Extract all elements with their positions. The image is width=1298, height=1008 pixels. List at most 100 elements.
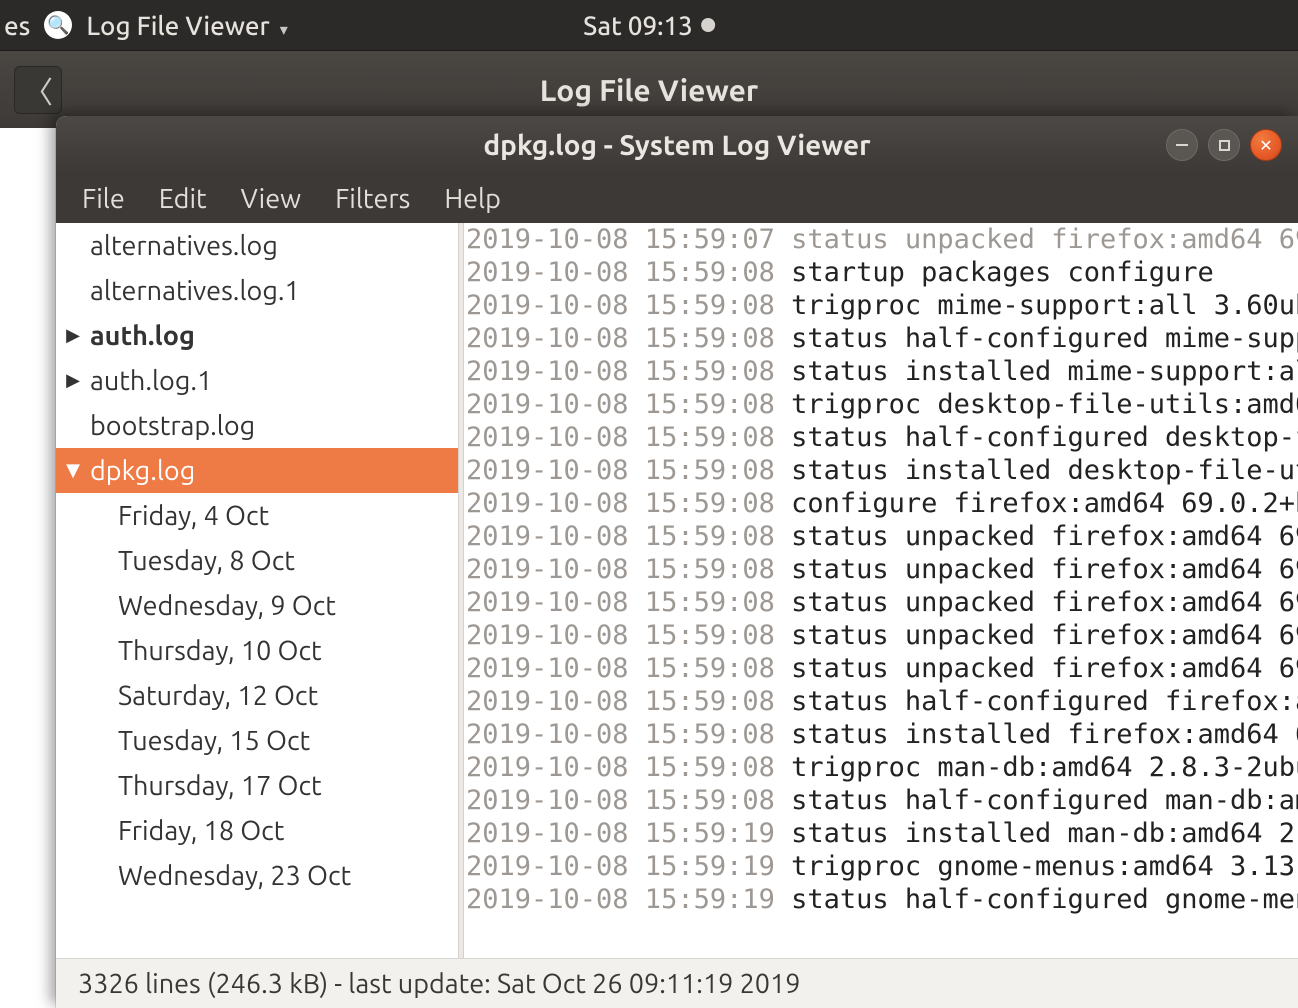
log-timestamp: 2019-10-08 15:59:08	[466, 653, 775, 684]
window-maximize-button[interactable]	[1208, 129, 1240, 161]
log-line[interactable]: 2019-10-08 15:59:08 trigproc man-db:amd6…	[464, 751, 1298, 784]
statusbar-text: 3326 lines (246.3 kB) - last update: Sat…	[78, 969, 801, 999]
tree-log-row[interactable]: alternatives.log.1	[56, 268, 458, 313]
system-log-viewer-window: dpkg.log - System Log Viewer ✕ File Edit…	[56, 116, 1298, 1008]
app-indicator-icon[interactable]: 🔍	[44, 11, 72, 39]
tree-row-label: Thursday, 10 Oct	[118, 636, 322, 666]
menu-view[interactable]: View	[241, 184, 301, 214]
statusbar: 3326 lines (246.3 kB) - last update: Sat…	[56, 958, 1298, 1008]
tree-log-row[interactable]: alternatives.log	[56, 223, 458, 268]
log-line[interactable]: 2019-10-08 15:59:08 status unpacked fire…	[464, 553, 1298, 586]
log-message: status installed mime-support:all	[775, 356, 1298, 387]
tree-date-row[interactable]: Friday, 18 Oct	[56, 808, 458, 853]
tree-log-row[interactable]: ▼dpkg.log	[56, 448, 458, 493]
log-line[interactable]: 2019-10-08 15:59:08 status half-configur…	[464, 322, 1298, 355]
tree-row-label: Friday, 4 Oct	[118, 501, 269, 531]
log-line[interactable]: 2019-10-08 15:59:08 status unpacked fire…	[464, 652, 1298, 685]
log-message: status unpacked firefox:amd64 69.0	[775, 653, 1298, 684]
menu-help[interactable]: Help	[444, 184, 501, 214]
log-message: status unpacked firefox:amd64 69.0	[775, 521, 1298, 552]
menu-filters[interactable]: Filters	[335, 184, 410, 214]
log-line[interactable]: 2019-10-08 15:59:19 status installed man…	[464, 817, 1298, 850]
log-line[interactable]: 2019-10-08 15:59:08 status unpacked fire…	[464, 586, 1298, 619]
log-line-partial: 2019-10-08 15:59:07 status unpacked fire…	[464, 223, 1298, 256]
log-message: status half-configured mime-suppor	[775, 323, 1298, 354]
log-timestamp: 2019-10-08 15:59:08	[466, 752, 775, 783]
tree-row-label: alternatives.log	[90, 231, 278, 261]
log-line[interactable]: 2019-10-08 15:59:08 status installed fir…	[464, 718, 1298, 751]
log-line[interactable]: 2019-10-08 15:59:08 status half-configur…	[464, 784, 1298, 817]
chevron-left-icon: 〈	[23, 68, 53, 112]
log-line[interactable]: 2019-10-08 15:59:08 startup packages con…	[464, 256, 1298, 289]
tree-row-label: Tuesday, 8 Oct	[118, 546, 295, 576]
log-content-view[interactable]: 2019-10-08 15:59:07 status unpacked fire…	[464, 223, 1298, 958]
maximize-icon	[1219, 140, 1230, 151]
tree-log-row[interactable]: bootstrap.log	[56, 403, 458, 448]
log-line[interactable]: 2019-10-08 15:59:08 trigproc mime-suppor…	[464, 289, 1298, 322]
window-titlebar[interactable]: dpkg.log - System Log Viewer ✕	[56, 116, 1298, 174]
log-line[interactable]: 2019-10-08 15:59:08 status installed des…	[464, 454, 1298, 487]
app-menu-button[interactable]: Log File Viewer ▾	[86, 11, 287, 40]
log-message: trigproc gnome-menus:amd64 3.13.3-	[775, 851, 1298, 882]
log-line[interactable]: 2019-10-08 15:59:08 trigproc desktop-fil…	[464, 388, 1298, 421]
log-timestamp: 2019-10-08 15:59:08	[466, 257, 775, 288]
log-timestamp: 2019-10-08 15:59:08	[466, 422, 775, 453]
log-line[interactable]: 2019-10-08 15:59:08 status unpacked fire…	[464, 520, 1298, 553]
log-message: status half-configured gnome-menus	[775, 884, 1298, 915]
disclosure-closed-icon[interactable]: ▶	[62, 370, 84, 391]
disclosure-open-icon[interactable]: ▼	[62, 460, 84, 481]
log-timestamp: 2019-10-08 15:59:08	[466, 290, 775, 321]
log-line[interactable]: 2019-10-08 15:59:19 status half-configur…	[464, 883, 1298, 916]
log-line[interactable]: 2019-10-08 15:59:08 status half-configur…	[464, 421, 1298, 454]
recording-dot-icon	[701, 18, 715, 32]
log-message: trigproc desktop-file-utils:amd64	[775, 389, 1298, 420]
tree-log-row[interactable]: ▶ auth.log	[56, 313, 458, 358]
background-window-body	[0, 128, 56, 1008]
log-timestamp: 2019-10-08 15:59:19	[466, 851, 775, 882]
tree-row-label: Tuesday, 15 Oct	[118, 726, 310, 756]
tree-date-row[interactable]: Friday, 4 Oct	[56, 493, 458, 538]
log-message: trigproc man-db:amd64 2.8.3-2ubunt	[775, 752, 1298, 783]
back-button[interactable]: 〈	[14, 66, 62, 114]
tree-date-row[interactable]: Wednesday, 9 Oct	[56, 583, 458, 628]
tree-date-row[interactable]: Tuesday, 8 Oct	[56, 538, 458, 583]
log-timestamp: 2019-10-08 15:59:19	[466, 884, 775, 915]
log-message: status unpacked firefox:amd64 69.0	[775, 587, 1298, 618]
tree-date-row[interactable]: Thursday, 10 Oct	[56, 628, 458, 673]
gnome-top-panel: es 🔍 Log File Viewer ▾ Sat 09:13	[0, 0, 1298, 50]
log-line[interactable]: 2019-10-08 15:59:08 status half-configur…	[464, 685, 1298, 718]
log-line[interactable]: 2019-10-08 15:59:08 status installed mim…	[464, 355, 1298, 388]
tree-log-row[interactable]: ▶auth.log.1	[56, 358, 458, 403]
window-close-button[interactable]: ✕	[1250, 129, 1282, 161]
log-line[interactable]: 2019-10-08 15:59:08 status unpacked fire…	[464, 619, 1298, 652]
panel-left-text: es	[4, 11, 30, 40]
log-message: status unpacked firefox:amd64 69.0	[775, 620, 1298, 651]
log-timestamp: 2019-10-08 15:59:08	[466, 356, 775, 387]
tree-date-row[interactable]: Tuesday, 15 Oct	[56, 718, 458, 763]
tree-date-row[interactable]: Thursday, 17 Oct	[56, 763, 458, 808]
menu-edit[interactable]: Edit	[159, 184, 207, 214]
tree-row-label: auth.log	[90, 321, 195, 351]
log-line[interactable]: 2019-10-08 15:59:08 configure firefox:am…	[464, 487, 1298, 520]
log-line[interactable]: 2019-10-08 15:59:19 trigproc gnome-menus…	[464, 850, 1298, 883]
log-message: status half-configured desktop-fil	[775, 422, 1298, 453]
tree-date-row[interactable]: Wednesday, 23 Oct	[56, 853, 458, 898]
log-tree-sidebar[interactable]: alternatives.logalternatives.log.1▶auth.…	[56, 223, 458, 958]
log-timestamp: 2019-10-08 15:59:08	[466, 719, 775, 750]
minimize-icon	[1176, 144, 1188, 146]
log-message: configure firefox:amd64 69.0.2+bui	[775, 488, 1298, 519]
window-minimize-button[interactable]	[1166, 129, 1198, 161]
log-timestamp: 2019-10-08 15:59:08	[466, 488, 775, 519]
tree-date-row[interactable]: Saturday, 12 Oct	[56, 673, 458, 718]
close-icon: ✕	[1259, 136, 1272, 155]
disclosure-closed-icon[interactable]: ▶	[62, 325, 84, 346]
menu-file[interactable]: File	[82, 184, 125, 214]
log-timestamp: 2019-10-08 15:59:08	[466, 323, 775, 354]
clock-label: Sat 09:13	[583, 11, 693, 40]
log-message: startup packages configure	[775, 257, 1214, 288]
log-message: status installed firefox:amd64 69.	[775, 719, 1298, 750]
log-timestamp: 2019-10-08 15:59:19	[466, 818, 775, 849]
log-message: status installed man-db:amd64 2.8.	[775, 818, 1298, 849]
clock-area[interactable]: Sat 09:13	[583, 11, 715, 40]
tree-row-label: Wednesday, 23 Oct	[118, 861, 351, 891]
